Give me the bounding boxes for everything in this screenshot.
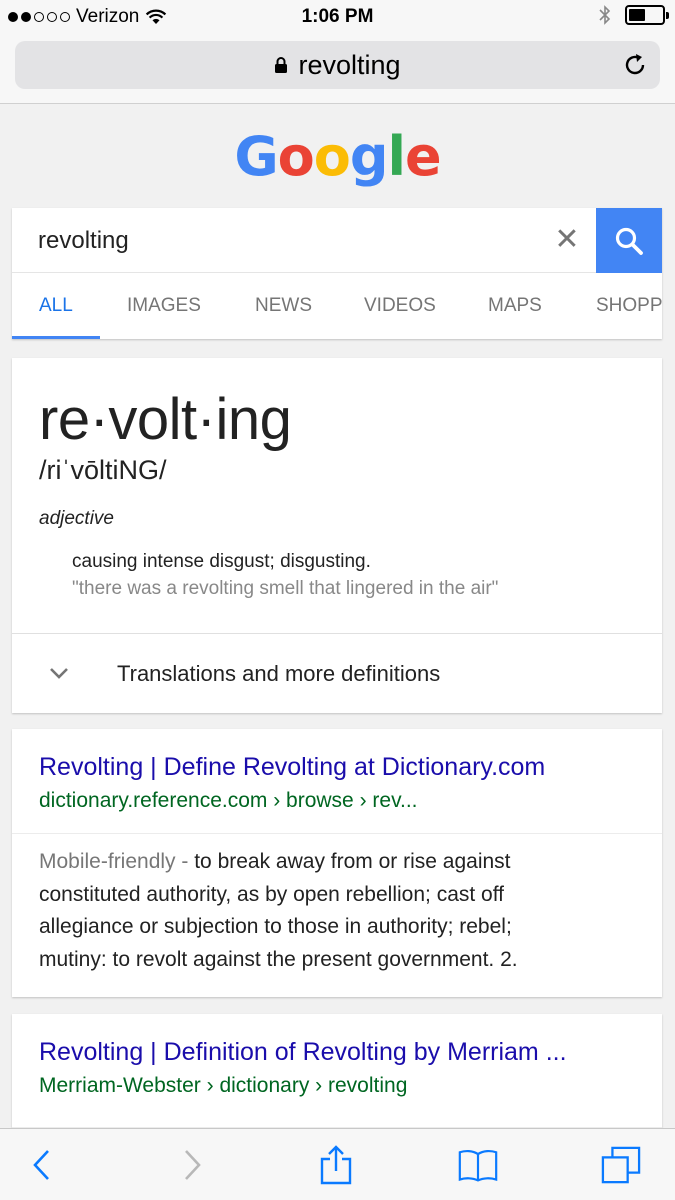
result-header: Revolting | Define Revolting at Dictiona… bbox=[12, 729, 662, 834]
status-bar: Verizon 1:06 PM bbox=[0, 0, 675, 34]
snippet-line: to break away from or rise against bbox=[194, 850, 511, 873]
logo-letter: o bbox=[277, 125, 315, 188]
result-snippet: Mobile-friendly - to break away from or … bbox=[39, 846, 639, 976]
browser-toolbar bbox=[0, 1128, 675, 1200]
result-url[interactable]: Merriam-Webster › dictionary › revolting bbox=[39, 1074, 407, 1098]
search-icon bbox=[615, 227, 643, 255]
back-button[interactable] bbox=[22, 1145, 62, 1185]
share-icon bbox=[320, 1145, 352, 1185]
snippet-line: constituted authority, as by open rebell… bbox=[39, 882, 505, 906]
battery-icon bbox=[625, 5, 669, 25]
search-box: revolting ✕ ALL IMAGES NEWS VIDEOS MAPS … bbox=[12, 208, 662, 339]
chevron-down-icon bbox=[50, 668, 68, 679]
bluetooth-icon bbox=[599, 5, 611, 25]
tab-videos[interactable]: VIDEOS bbox=[364, 273, 436, 339]
more-definitions-button[interactable]: Translations and more definitions bbox=[12, 633, 662, 713]
result-title-link[interactable]: Revolting | Definition of Revolting by M… bbox=[39, 1038, 567, 1067]
snippet-line: mutiny: to revolt against the present go… bbox=[39, 947, 518, 971]
search-result-card: Revolting | Define Revolting at Dictiona… bbox=[12, 729, 662, 997]
tab-all[interactable]: ALL bbox=[39, 273, 73, 339]
dictionary-word: re·volt·ing bbox=[39, 387, 292, 452]
tab-maps[interactable]: MAPS bbox=[488, 273, 542, 339]
clear-search-button[interactable]: ✕ bbox=[552, 224, 582, 256]
url-display: revolting bbox=[15, 41, 660, 89]
battery-fill bbox=[629, 9, 645, 21]
url-text: revolting bbox=[298, 49, 401, 80]
logo-letter: g bbox=[349, 125, 389, 188]
example-sentence: "there was a revolting smell that linger… bbox=[72, 578, 499, 599]
search-tabs: ALL IMAGES NEWS VIDEOS MAPS SHOPP bbox=[12, 273, 662, 339]
share-button[interactable] bbox=[316, 1145, 356, 1185]
status-time: 1:06 PM bbox=[301, 6, 374, 27]
result-header: Revolting | Definition of Revolting by M… bbox=[12, 1014, 662, 1128]
search-input[interactable]: revolting bbox=[38, 208, 129, 273]
tab-images[interactable]: IMAGES bbox=[127, 273, 201, 339]
forward-button[interactable] bbox=[172, 1145, 212, 1185]
search-row: revolting ✕ bbox=[12, 208, 662, 273]
book-icon bbox=[458, 1149, 498, 1182]
reload-icon[interactable] bbox=[622, 52, 648, 78]
url-field[interactable]: revolting bbox=[15, 41, 660, 89]
google-logo: Google bbox=[0, 125, 675, 188]
snippet-line: allegiance or subjection to those in aut… bbox=[39, 915, 512, 938]
logo-letter: l bbox=[387, 125, 406, 188]
bookmarks-button[interactable] bbox=[458, 1145, 498, 1185]
mobile-friendly-label: Mobile-friendly - bbox=[39, 850, 195, 873]
active-tab-indicator bbox=[12, 336, 100, 339]
tab-news[interactable]: NEWS bbox=[255, 273, 312, 339]
status-right bbox=[599, 5, 669, 25]
more-definitions-label: Translations and more definitions bbox=[117, 661, 441, 686]
definition-text: causing intense disgust; disgusting. bbox=[72, 551, 371, 572]
chevron-right-icon bbox=[185, 1150, 201, 1180]
dictionary-card: re·volt·ing /riˈvōltiNG/ adjective causi… bbox=[12, 358, 662, 713]
dictionary-phonetic: /riˈvōltiNG/ bbox=[39, 455, 167, 485]
result-title-link[interactable]: Revolting | Define Revolting at Dictiona… bbox=[39, 753, 545, 782]
chevron-left-icon bbox=[33, 1150, 49, 1180]
logo-letter: o bbox=[313, 125, 351, 188]
tabs-icon bbox=[601, 1146, 641, 1184]
logo-letter: e bbox=[405, 125, 442, 188]
tabs-button[interactable] bbox=[601, 1145, 641, 1185]
lock-icon bbox=[275, 57, 288, 73]
browser-address-bar: revolting bbox=[0, 34, 675, 104]
result-url[interactable]: dictionary.reference.com › browse › rev.… bbox=[39, 789, 418, 813]
search-button[interactable] bbox=[596, 208, 662, 273]
search-result-card: Revolting | Definition of Revolting by M… bbox=[12, 1014, 662, 1128]
part-of-speech: adjective bbox=[39, 508, 114, 529]
tab-shopping[interactable]: SHOPP bbox=[596, 273, 662, 339]
logo-letter: G bbox=[234, 125, 278, 188]
